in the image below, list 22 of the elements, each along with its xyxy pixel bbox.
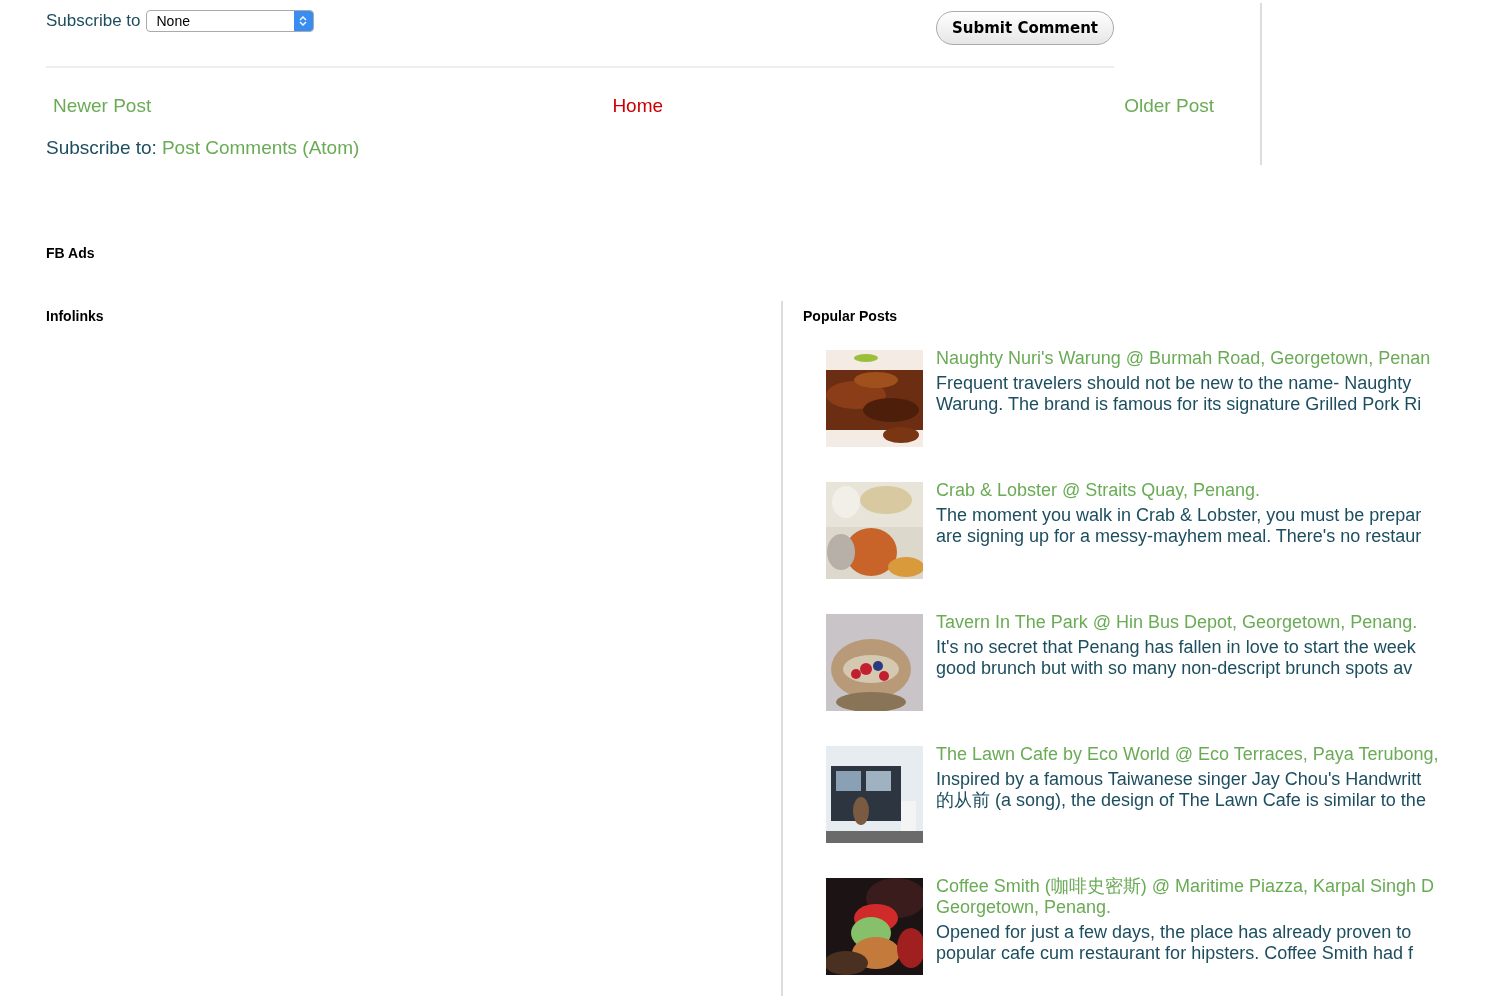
widget-title: FB Ads [46, 245, 96, 261]
submit-comment-button[interactable]: Submit Comment [936, 11, 1114, 45]
newer-post-link[interactable]: Newer Post [53, 95, 152, 117]
post-title-link[interactable]: The Lawn Cafe by Eco World @ Eco Terraces, Paya Terubong, [936, 744, 1439, 765]
older-post-link[interactable]: Older Post [1124, 95, 1214, 117]
subscribe-label: Subscribe to [46, 11, 141, 31]
post-title-link[interactable]: Crab & Lobster @ Straits Quay, Penang. [936, 480, 1422, 501]
post-comments-atom-link[interactable]: Post Comments (Atom) [161, 137, 360, 159]
post-snippet: Inspired by a famous Taiwanese singer Jay Chou's Handwritt 的从前 (a song), the design of The Lawn Cafe is similar to the [936, 769, 1427, 811]
widget-title: Infolinks [46, 308, 105, 324]
home-link[interactable]: Home [612, 95, 664, 117]
post-title-link[interactable]: Tavern In The Park @ Hin Bus Depot, Georgetown, Penang. [936, 612, 1418, 633]
post-title-link[interactable]: Coffee Smith (咖啡史密斯) @ Maritime Piazza, Karpal Singh D Georgetown, Penang. [936, 876, 1435, 918]
post-title-link[interactable]: Naughty Nuri's Warung @ Burmah Road, Georgetown, Penan [936, 348, 1431, 369]
post-snippet: The moment you walk in Crab & Lobster, you must be prepar are signing up for a messy-mayhem meal. There's no restaur [936, 505, 1422, 547]
subscribe-select[interactable]: None [145, 10, 314, 32]
post-snippet: Frequent travelers should not be new to the name- Naughty Warung. The brand is famous for its signature Grilled Pork Ri [936, 373, 1423, 415]
post-snippet: Opened for just a few days, the place has already proven to popular cafe cum restaurant for hipsters. Coffee Smith had f [936, 922, 1414, 964]
post-snippet: It's no secret that Penang has fallen in love to start the week good brunch but with so many non-descript brunch spots av [936, 637, 1417, 679]
subscribe-to-label: Subscribe to: [46, 137, 157, 159]
widget-title: Popular Posts [803, 308, 899, 324]
stepper-icon [293, 11, 313, 31]
